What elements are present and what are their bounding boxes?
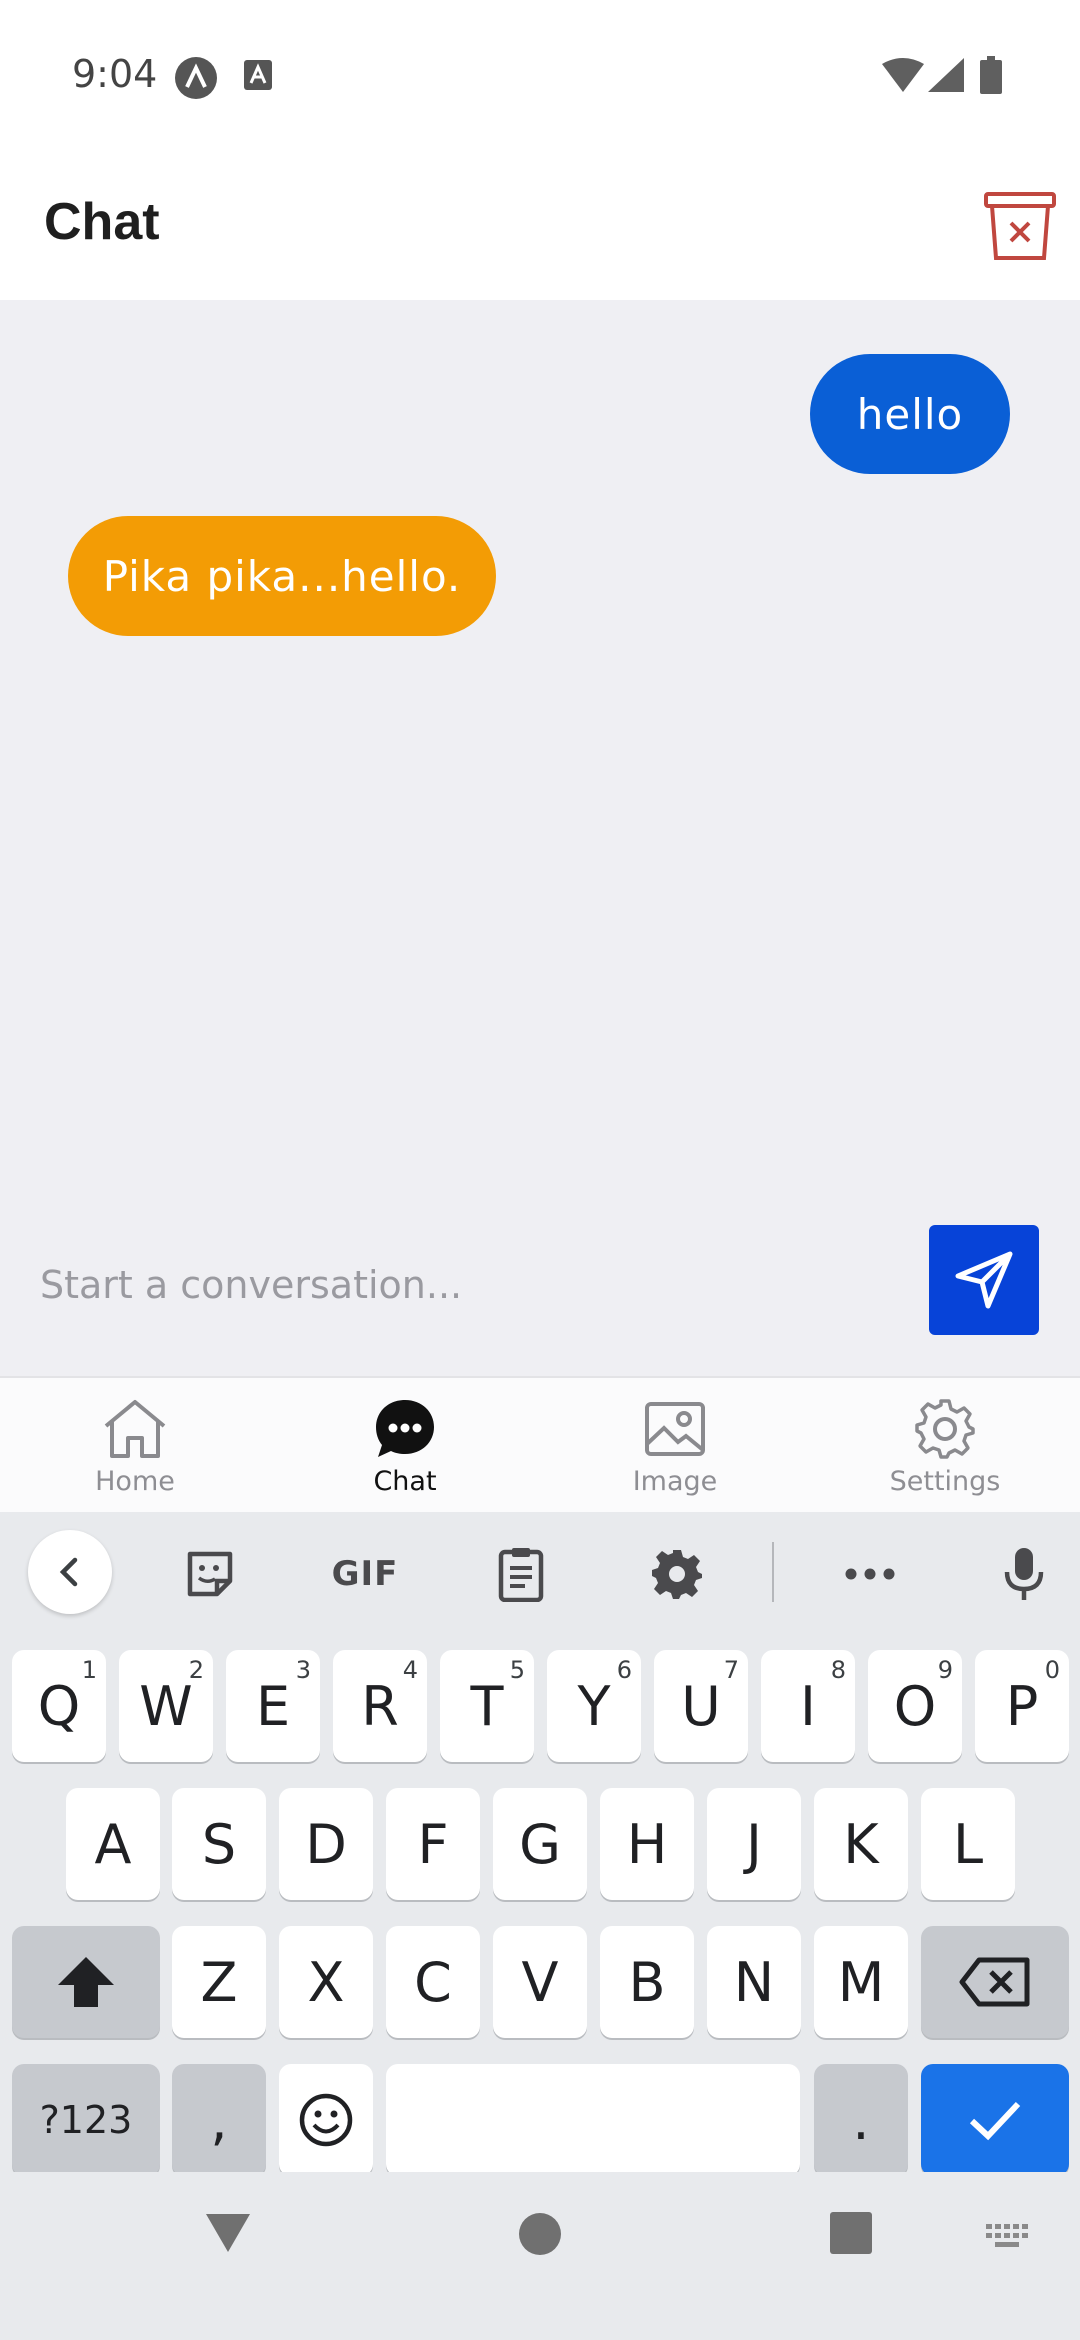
key-d[interactable]: D	[279, 1788, 373, 1900]
key-s[interactable]: S	[172, 1788, 266, 1900]
tab-image[interactable]: Image	[540, 1378, 810, 1514]
key-m[interactable]: M	[814, 1926, 908, 2038]
shift-icon	[58, 1957, 114, 2007]
gif-icon: GIF	[331, 1554, 399, 1594]
key-n[interactable]: N	[707, 1926, 801, 2038]
page-title: Chat	[44, 193, 160, 251]
shift-key[interactable]	[12, 1926, 160, 2038]
microphone-icon	[1004, 1548, 1044, 1600]
key-y[interactable]: Y6	[547, 1650, 641, 1762]
key-z[interactable]: Z	[172, 1926, 266, 2038]
key-f[interactable]: F	[386, 1788, 480, 1900]
emoji-icon	[299, 2093, 353, 2147]
enter-key[interactable]	[921, 2064, 1069, 2176]
key-j[interactable]: J	[707, 1788, 801, 1900]
tab-label: Settings	[889, 1466, 1001, 1497]
symbols-key[interactable]: ?123	[12, 2064, 160, 2176]
backspace-icon	[959, 1957, 1030, 2007]
gear-icon	[915, 1399, 975, 1459]
keyboard-toolbar: GIF	[0, 1512, 1080, 1630]
tab-settings[interactable]: Settings	[810, 1378, 1080, 1514]
home-icon	[104, 1400, 166, 1458]
key-v[interactable]: V	[493, 1926, 587, 2038]
system-navigation-bar	[0, 2172, 1080, 2340]
period-key[interactable]: .	[814, 2064, 908, 2176]
key-i[interactable]: I8	[761, 1650, 855, 1762]
tab-label: Image	[632, 1466, 718, 1497]
sticker-icon	[187, 1551, 233, 1597]
key-a[interactable]: A	[66, 1788, 160, 1900]
sticker-button[interactable]	[178, 1542, 242, 1606]
message-text: Pika pika...hello.	[102, 551, 462, 601]
gear-icon	[652, 1550, 702, 1599]
key-u[interactable]: U7	[654, 1650, 748, 1762]
key-q[interactable]: Q1	[12, 1650, 106, 1762]
chevron-left-icon	[59, 1557, 78, 1587]
key-w[interactable]: W2	[119, 1650, 213, 1762]
key-t[interactable]: T5	[440, 1650, 534, 1762]
key-c[interactable]: C	[386, 1926, 480, 2038]
tab-label: Chat	[373, 1466, 437, 1497]
clipboard-button[interactable]	[489, 1542, 553, 1606]
app-notification-icon	[175, 57, 217, 99]
keyboard-switch-icon[interactable]	[986, 2224, 1030, 2250]
tab-label: Home	[95, 1466, 175, 1497]
message-input[interactable]	[40, 1240, 890, 1330]
key-e[interactable]: E3	[226, 1650, 320, 1762]
clipboard-icon	[498, 1548, 544, 1602]
checkmark-icon	[969, 2101, 1021, 2141]
key-r[interactable]: R4	[333, 1650, 427, 1762]
trash-clear-icon	[984, 192, 1056, 260]
emoji-key[interactable]	[279, 2064, 373, 2176]
key-o[interactable]: O9	[868, 1650, 962, 1762]
back-triangle-icon[interactable]	[204, 2212, 252, 2254]
battery-icon	[980, 56, 1002, 94]
tab-home[interactable]: Home	[0, 1378, 270, 1514]
key-g[interactable]: G	[493, 1788, 587, 1900]
clear-chat-button[interactable]	[982, 188, 1058, 264]
home-circle-icon[interactable]	[518, 2212, 562, 2256]
status-bar: 9:04	[0, 0, 1080, 150]
recents-square-icon[interactable]	[830, 2212, 872, 2254]
key-k[interactable]: K	[814, 1788, 908, 1900]
tab-chat[interactable]: Chat	[270, 1378, 540, 1514]
backspace-key[interactable]	[921, 1926, 1069, 2038]
app-header: Chat	[0, 150, 1080, 300]
key-p[interactable]: P0	[975, 1650, 1069, 1762]
text-notification-icon	[244, 60, 272, 90]
message-composer	[0, 1200, 1080, 1376]
status-time: 9:04	[72, 52, 158, 96]
message-text: hello	[856, 389, 964, 439]
key-h[interactable]: H	[600, 1788, 694, 1900]
gif-button[interactable]: GIF	[330, 1542, 400, 1606]
voice-input-button[interactable]	[992, 1542, 1056, 1606]
more-icon	[845, 1568, 895, 1580]
key-b[interactable]: B	[600, 1926, 694, 2038]
wifi-icon	[882, 58, 924, 92]
send-icon	[955, 1251, 1013, 1309]
toolbar-divider	[772, 1542, 774, 1602]
key-x[interactable]: X	[279, 1926, 373, 2038]
bot-message-bubble: Pika pika...hello.	[68, 516, 496, 636]
send-button[interactable]	[929, 1225, 1039, 1335]
image-icon	[645, 1402, 705, 1456]
bottom-navigation: Home Chat Image Settings	[0, 1376, 1080, 1512]
comma-key[interactable]: ,	[172, 2064, 266, 2176]
user-message-bubble: hello	[810, 354, 1010, 474]
cell-signal-icon	[928, 58, 964, 92]
collapse-toolbar-button[interactable]	[28, 1530, 112, 1614]
keyboard-settings-button[interactable]	[645, 1542, 709, 1606]
chat-bubble-icon	[376, 1400, 434, 1457]
soft-keyboard: GIF Q1 W2 E 3 R 4 T 5 Y 6 U 7 I 8 O 9 P …	[0, 1512, 1080, 2176]
more-button[interactable]	[838, 1542, 902, 1606]
space-key[interactable]	[386, 2064, 800, 2176]
key-l[interactable]: L	[921, 1788, 1015, 1900]
